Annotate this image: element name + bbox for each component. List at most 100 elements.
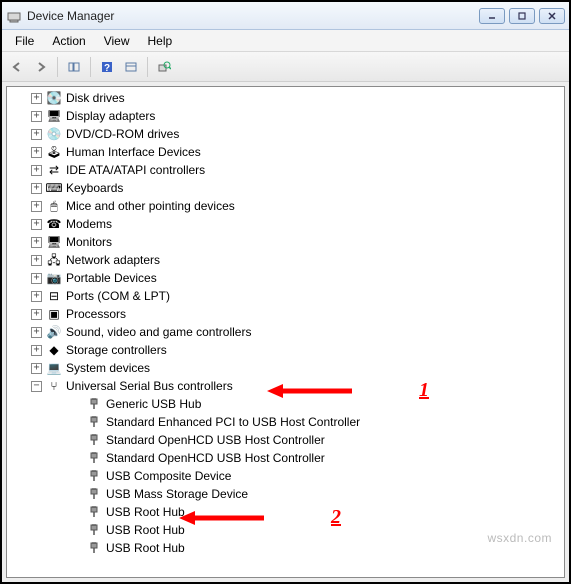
- collapse-icon[interactable]: −: [31, 381, 42, 392]
- help-button[interactable]: ?: [96, 56, 118, 78]
- expand-icon[interactable]: +: [31, 345, 42, 356]
- tree-category[interactable]: +🖥Display adapters: [11, 107, 564, 125]
- expand-icon[interactable]: +: [31, 219, 42, 230]
- tree-category[interactable]: + 🕹Human Interface Devices: [11, 143, 564, 161]
- tree-category[interactable]: +▣Processors: [11, 305, 564, 323]
- category-label: Display adapters: [66, 107, 155, 125]
- tree-device[interactable]: USB Root Hub: [11, 521, 564, 539]
- tree-category[interactable]: + ⊟Ports (COM & LPT): [11, 287, 564, 305]
- category-icon: 💽: [46, 90, 62, 106]
- category-icon: 🖧: [46, 252, 62, 268]
- category-label: Ports (COM & LPT): [66, 287, 170, 305]
- expand-icon[interactable]: +: [31, 183, 42, 194]
- back-button[interactable]: [6, 56, 28, 78]
- expand-icon[interactable]: +: [31, 327, 42, 338]
- toolbar-separator: [90, 57, 91, 77]
- forward-button[interactable]: [30, 56, 52, 78]
- category-label: Processors: [66, 305, 126, 323]
- expand-icon[interactable]: +: [31, 237, 42, 248]
- scan-hardware-button[interactable]: [153, 56, 175, 78]
- tree-category[interactable]: +⌨Keyboards: [11, 179, 564, 197]
- expand-icon[interactable]: +: [31, 201, 42, 212]
- menu-help[interactable]: Help: [139, 32, 182, 50]
- tree-device[interactable]: Standard Enhanced PCI to USB Host Contro…: [11, 413, 564, 431]
- tree-device[interactable]: Standard OpenHCD USB Host Controller: [11, 449, 564, 467]
- expand-icon[interactable]: +: [31, 255, 42, 266]
- menu-action[interactable]: Action: [43, 32, 94, 50]
- tree-category[interactable]: + 🔊Sound, video and game controllers: [11, 323, 564, 341]
- tree-category[interactable]: + ⇄IDE ATA/ATAPI controllers: [11, 161, 564, 179]
- content-area: +💽Disk drives+🖥Display adapters+💿DVD/CD-…: [2, 82, 569, 582]
- tree-device[interactable]: USB Root Hub: [11, 539, 564, 557]
- menu-file[interactable]: File: [6, 32, 43, 50]
- tree-category[interactable]: + 🖧Network adapters: [11, 251, 564, 269]
- category-label: Network adapters: [66, 251, 160, 269]
- category-label: Portable Devices: [66, 269, 157, 287]
- toolbar-separator: [57, 57, 58, 77]
- expand-icon[interactable]: +: [31, 309, 42, 320]
- usb-plug-icon: [86, 504, 102, 520]
- category-label: Monitors: [66, 233, 112, 251]
- toolbar-separator: [147, 57, 148, 77]
- tree-device[interactable]: Standard OpenHCD USB Host Controller: [11, 431, 564, 449]
- tree-category[interactable]: +☎Modems: [11, 215, 564, 233]
- category-icon: ⑂: [46, 378, 62, 394]
- tree-category[interactable]: −⑂Universal Serial Bus controllers: [11, 377, 564, 395]
- device-label: Generic USB Hub: [106, 395, 201, 413]
- tree-category[interactable]: + ◆Storage controllers: [11, 341, 564, 359]
- usb-plug-icon: [86, 432, 102, 448]
- tree-device[interactable]: Generic USB Hub: [11, 395, 564, 413]
- close-button[interactable]: [539, 8, 565, 24]
- category-icon: 📷: [46, 270, 62, 286]
- maximize-button[interactable]: [509, 8, 535, 24]
- usb-plug-icon: [86, 396, 102, 412]
- expand-icon[interactable]: +: [31, 273, 42, 284]
- menu-view[interactable]: View: [95, 32, 139, 50]
- expand-icon[interactable]: +: [31, 363, 42, 374]
- tree-category[interactable]: +🖥Monitors: [11, 233, 564, 251]
- usb-plug-icon: [86, 468, 102, 484]
- tree-category[interactable]: +💻System devices: [11, 359, 564, 377]
- tree-category[interactable]: + 📷Portable Devices: [11, 269, 564, 287]
- minimize-button[interactable]: [479, 8, 505, 24]
- category-icon: 🔊: [46, 324, 62, 340]
- tree-device[interactable]: USB Composite Device: [11, 467, 564, 485]
- category-icon: ⇄: [46, 162, 62, 178]
- device-tree[interactable]: +💽Disk drives+🖥Display adapters+💿DVD/CD-…: [7, 87, 564, 577]
- menu-bar: File Action View Help: [2, 30, 569, 52]
- category-label: Sound, video and game controllers: [66, 323, 251, 341]
- category-icon: 🕹: [46, 144, 62, 160]
- category-icon: ◆: [46, 342, 62, 358]
- tree-category[interactable]: +💽Disk drives: [11, 89, 564, 107]
- svg-text:?: ?: [104, 63, 110, 74]
- category-label: Storage controllers: [66, 341, 167, 359]
- tree-category[interactable]: + 💿DVD/CD-ROM drives: [11, 125, 564, 143]
- tree-device[interactable]: USB Root Hub: [11, 503, 564, 521]
- expand-icon[interactable]: +: [31, 165, 42, 176]
- window-title: Device Manager: [27, 9, 479, 23]
- tree-device[interactable]: USB Mass Storage Device: [11, 485, 564, 503]
- expand-icon[interactable]: +: [31, 291, 42, 302]
- expand-icon[interactable]: +: [31, 111, 42, 122]
- category-label: DVD/CD-ROM drives: [66, 125, 179, 143]
- title-bar: Device Manager: [2, 2, 569, 30]
- tree-category[interactable]: +🖱Mice and other pointing devices: [11, 197, 564, 215]
- device-label: USB Composite Device: [106, 467, 231, 485]
- category-label: IDE ATA/ATAPI controllers: [66, 161, 205, 179]
- category-icon: 💻: [46, 360, 62, 376]
- device-label: USB Root Hub: [106, 539, 185, 557]
- usb-plug-icon: [86, 414, 102, 430]
- expand-icon[interactable]: +: [31, 147, 42, 158]
- properties-button[interactable]: [120, 56, 142, 78]
- device-tree-panel: +💽Disk drives+🖥Display adapters+💿DVD/CD-…: [6, 86, 565, 578]
- category-icon: 💿: [46, 126, 62, 142]
- expand-icon[interactable]: +: [31, 129, 42, 140]
- category-label: Modems: [66, 215, 112, 233]
- category-label: Human Interface Devices: [66, 143, 201, 161]
- expand-icon[interactable]: +: [31, 93, 42, 104]
- category-icon: ⊟: [46, 288, 62, 304]
- usb-plug-icon: [86, 540, 102, 556]
- category-label: Universal Serial Bus controllers: [66, 377, 233, 395]
- show-hide-console-button[interactable]: [63, 56, 85, 78]
- usb-plug-icon: [86, 486, 102, 502]
